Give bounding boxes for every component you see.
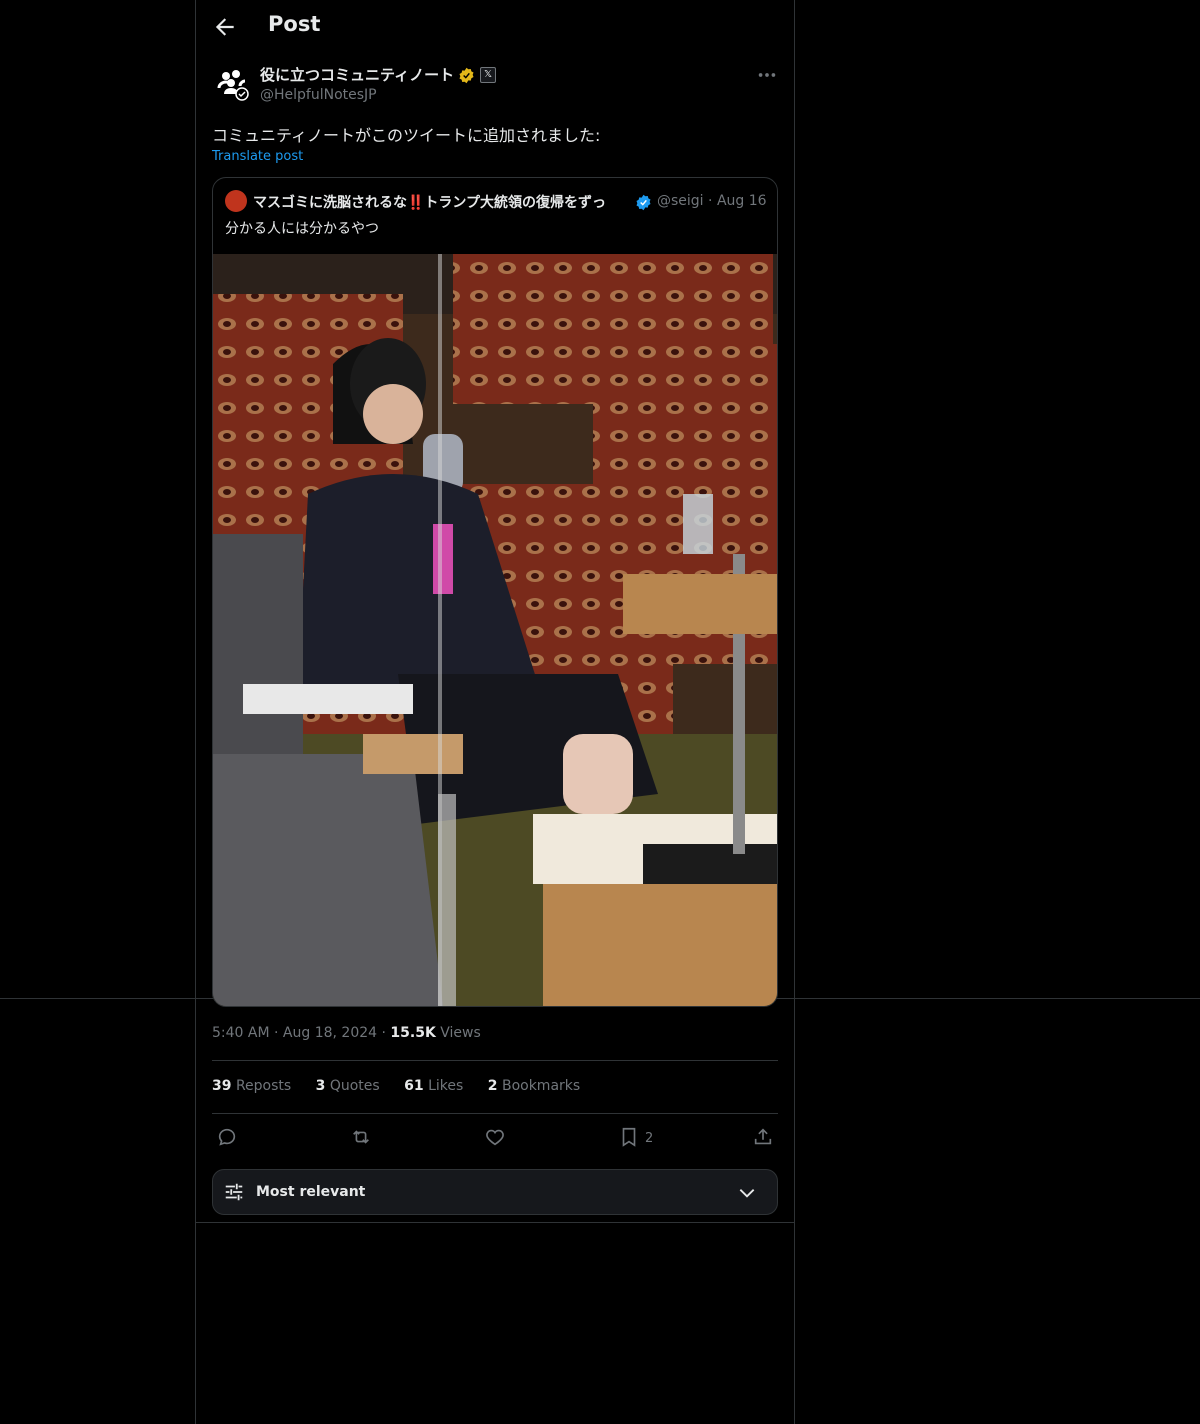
- likes-label: Likes: [428, 1078, 464, 1094]
- bookmarks-label: Bookmarks: [501, 1078, 581, 1094]
- reply-sort-dropdown[interactable]: Most relevant: [212, 1169, 778, 1215]
- divider: [212, 1060, 778, 1061]
- post-time[interactable]: 5:40 AM: [212, 1025, 270, 1041]
- reposts-count: 39: [212, 1078, 232, 1094]
- divider: [212, 1113, 778, 1114]
- verified-blue-badge-icon: [636, 194, 651, 211]
- bookmarks-stat[interactable]: 2 Bookmarks: [488, 1078, 580, 1094]
- bookmarks-count: 2: [487, 1078, 498, 1094]
- quoted-media-image[interactable]: [213, 254, 777, 1006]
- reply-icon[interactable]: [216, 1126, 238, 1148]
- verified-gold-badge-icon: [459, 67, 474, 84]
- post-meta: 5:40 AM · Aug 18, 2024 · 15.5K Views: [212, 1025, 481, 1041]
- quoted-post[interactable]: マスゴミに洗脳されるな‼️トランプ大統領の復帰をずっ @seigi · Aug …: [212, 177, 778, 1007]
- quoted-handle[interactable]: @seigi: [657, 193, 704, 209]
- back-arrow-icon[interactable]: [212, 14, 238, 40]
- quoted-author-name[interactable]: マスゴミに洗脳されるな‼️トランプ大統領の復帰をずっ: [253, 192, 606, 212]
- engagement-stats: 39 Reposts 3 Quotes 61 Likes 2 Bookmarks: [212, 1078, 600, 1094]
- dot-separator: ·: [381, 1025, 386, 1041]
- dot-separator: ·: [274, 1025, 279, 1041]
- meeting-room-photo: [213, 254, 777, 1006]
- quotes-count: 3: [315, 1078, 326, 1094]
- top-bar: Post: [196, 0, 794, 54]
- quoted-handle-date: @seigi · Aug 16: [657, 193, 767, 209]
- like-icon[interactable]: [484, 1126, 506, 1148]
- post-date[interactable]: Aug 18, 2024: [283, 1025, 377, 1041]
- repost-icon[interactable]: [350, 1126, 372, 1148]
- author-handle[interactable]: @HelpfulNotesJP: [260, 87, 377, 103]
- views-label: Views: [440, 1025, 481, 1041]
- more-options-icon[interactable]: [756, 64, 778, 86]
- community-icon: [217, 70, 249, 101]
- reposts-stat[interactable]: 39 Reposts: [212, 1078, 291, 1094]
- post-column: Post 役に立つコミュニティノート 𝕏 @HelpfulNotesJP コミュ…: [195, 0, 795, 1424]
- sort-label: Most relevant: [256, 1184, 366, 1200]
- chevron-down-icon: [739, 1189, 755, 1198]
- sliders-icon: [225, 1183, 243, 1201]
- likes-stat[interactable]: 61 Likes: [404, 1078, 463, 1094]
- bookmark-count: 2: [645, 1131, 654, 1146]
- divider: [196, 1222, 794, 1223]
- avatar[interactable]: [212, 64, 252, 104]
- views-count: 15.5K: [390, 1025, 436, 1041]
- quoted-avatar[interactable]: [225, 190, 247, 212]
- page-title: Post: [268, 12, 321, 36]
- likes-count: 61: [404, 1078, 424, 1094]
- quoted-text: 分かる人には分かるやつ: [225, 221, 379, 237]
- author-name[interactable]: 役に立つコミュニティノート: [260, 64, 454, 85]
- quotes-stat[interactable]: 3 Quotes: [316, 1078, 380, 1094]
- affiliate-x-badge[interactable]: 𝕏: [480, 67, 496, 83]
- share-icon[interactable]: [752, 1126, 774, 1148]
- dot-separator: ·: [708, 193, 713, 209]
- reposts-label: Reposts: [235, 1078, 292, 1094]
- post-text: コミュニティノートがこのツイートに追加されました:: [212, 126, 601, 145]
- quoted-date[interactable]: Aug 16: [717, 193, 767, 209]
- quotes-label: Quotes: [329, 1078, 380, 1094]
- translate-post-link[interactable]: Translate post: [212, 149, 303, 164]
- bookmark-icon[interactable]: [618, 1126, 640, 1148]
